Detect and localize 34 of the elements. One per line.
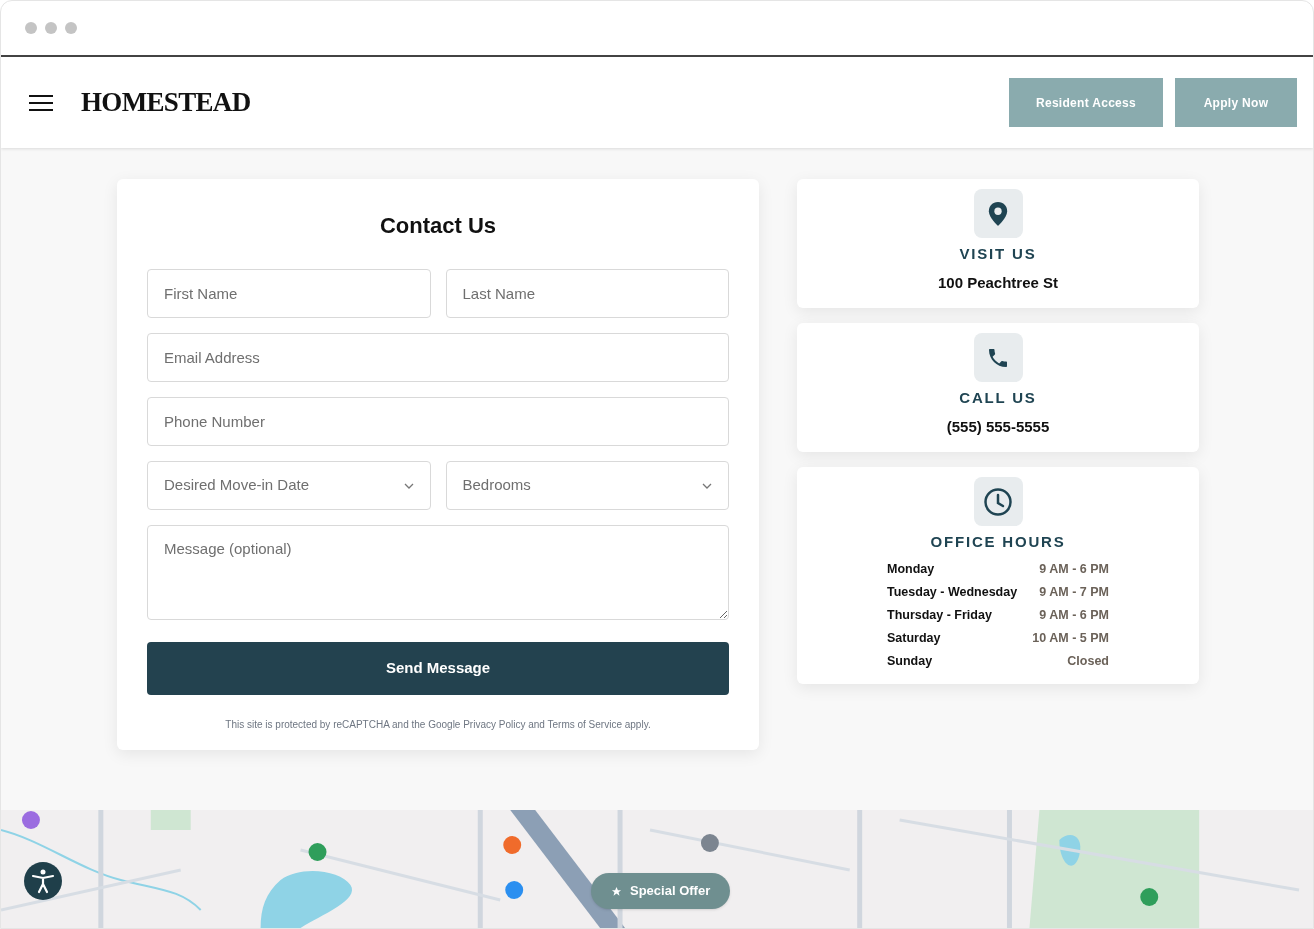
hours-text: 9 AM - 7 PM — [1039, 583, 1109, 601]
card-title: VISIT US — [959, 244, 1037, 264]
dropdown[interactable]: Desired Move-in Date — [147, 461, 431, 510]
chevron-down-icon — [403, 482, 414, 489]
menu-icon[interactable] — [29, 94, 53, 111]
card-title: OFFICE HOURS — [930, 532, 1066, 552]
hours-text: 10 AM - 5 PM — [1032, 629, 1109, 647]
dropdown[interactable]: Bedrooms — [445, 461, 729, 510]
form-title: Contact Us — [378, 212, 498, 240]
day-label: Sunday — [887, 652, 933, 670]
input-field[interactable]: Phone Number — [147, 397, 729, 446]
send-message-button[interactable]: Send Message — [147, 642, 729, 695]
special-offer-button[interactable]: Special Offer — [591, 873, 731, 909]
clock-icon — [983, 486, 1013, 517]
input-field[interactable]: First Name — [147, 269, 431, 318]
input-field[interactable]: Email Address — [147, 333, 729, 382]
map-pin-icon — [987, 200, 1009, 227]
day-label: Tuesday - Wednesday — [887, 583, 1018, 601]
hours-text: 9 AM - 6 PM — [1039, 560, 1109, 578]
accessibility-icon — [30, 868, 56, 894]
card-text: (555) 555-5555 — [946, 416, 1050, 437]
hours-text: 9 AM - 6 PM — [1039, 606, 1109, 624]
hours-text: Closed — [1067, 652, 1109, 670]
input-field[interactable]: Last Name — [445, 269, 729, 318]
day-label: Monday — [887, 560, 935, 578]
card-title: CALL US — [959, 388, 1037, 408]
card-text: 100 Peachtree St — [937, 272, 1059, 293]
logo[interactable]: HOMESTEAD — [81, 82, 251, 123]
day-label: Saturday — [887, 629, 941, 647]
day-label: Thursday - Friday — [887, 606, 992, 624]
star-icon — [611, 885, 622, 897]
message-field[interactable]: Message (optional) — [147, 525, 729, 620]
chevron-down-icon — [702, 482, 712, 489]
recaptcha-notice: This site is protected by reCAPTCHA and the Google Privacy Policy and Terms of Service apply. — [224, 718, 652, 732]
